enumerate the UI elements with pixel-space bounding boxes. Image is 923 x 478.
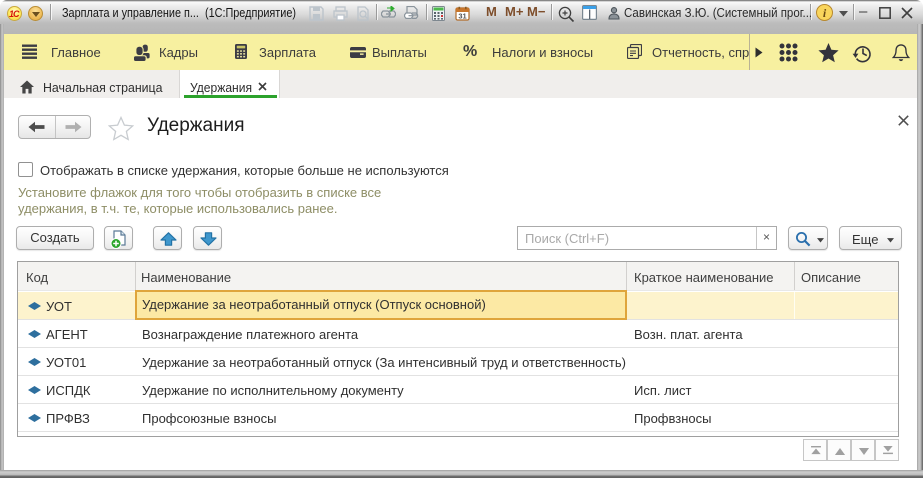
svg-text:31: 31 xyxy=(458,12,466,21)
